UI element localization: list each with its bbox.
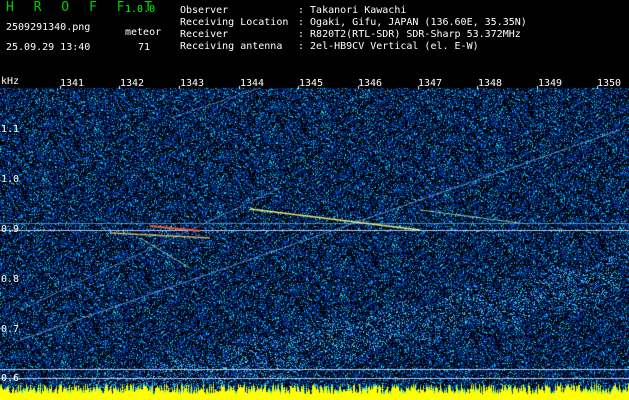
y-tick: 0.8 [1,274,20,285]
spectrogram-area [0,78,629,400]
app-version: 1.0.0 [125,4,156,15]
y-tick: 0.6 [1,373,20,384]
y-tick: 1.0 [1,174,20,185]
observer-label: Observer [180,5,229,16]
y-tick: 0.7 [1,324,20,335]
antenna-label: Receiving antenna [180,41,283,52]
receiver-label: Receiver [180,29,229,40]
receiver-value: : R820T2(RTL-SDR) SDR-Sharp 53.372MHz [298,29,521,40]
y-tick: 0.9 [1,224,20,235]
file-name: 2509291340.png [6,22,91,33]
header-panel: H R O F F T 1.0.0 2509291340.png meteor … [0,0,629,78]
location-value: : Ogaki, Gifu, JAPAN (136.60E, 35.35N) [298,17,527,28]
observer-value: : Takanori Kawachi [298,5,407,16]
timestamp: 25.09.29 13:40 [6,42,91,53]
meteor-count: 71 [138,42,151,53]
location-label: Receiving Location [180,17,289,28]
meteor-label: meteor [125,27,162,38]
spectrogram-canvas [0,78,629,400]
antenna-value: : 2el-HB9CV Vertical (el. E-W) [298,41,479,52]
y-tick: 1.1 [1,124,20,135]
